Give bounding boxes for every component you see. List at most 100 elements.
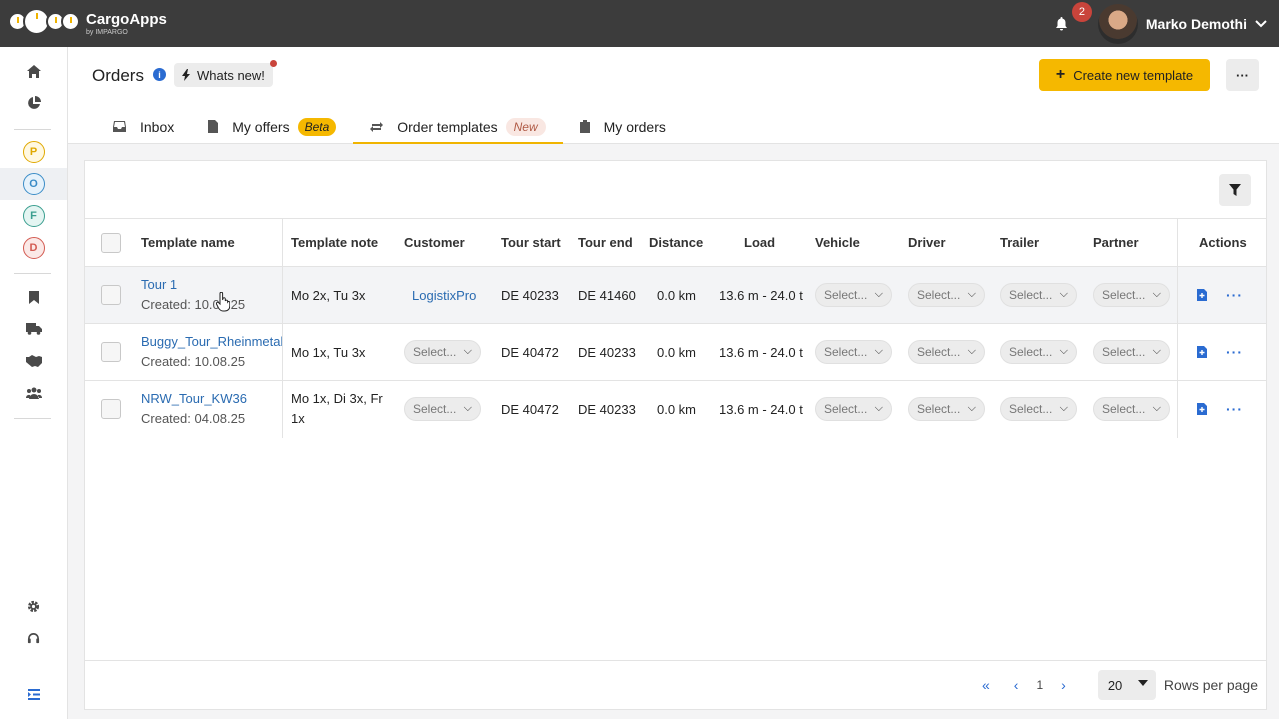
tour-start: DE 40233: [501, 287, 559, 303]
sidebar-item-users[interactable]: [0, 377, 67, 409]
distance: 0.0 km: [657, 344, 697, 360]
sidebar-item-analytics[interactable]: [0, 87, 67, 119]
sidebar-item-partners[interactable]: [0, 345, 67, 377]
chevron-down-icon: ⌵: [967, 345, 976, 357]
tab-order-templates[interactable]: Order templates New: [353, 109, 564, 144]
sidebar-item-o[interactable]: O: [0, 168, 67, 200]
template-name-link[interactable]: Buggy_Tour_Rheinmetall: [141, 332, 282, 352]
tab-my-orders-label: My orders: [603, 118, 666, 135]
first-page-button[interactable]: «: [982, 677, 990, 693]
vehicle-select[interactable]: Select... ⌵: [815, 283, 892, 307]
user-menu[interactable]: Marko Demothi: [1097, 3, 1279, 44]
rows-per-page-select[interactable]: 20: [1097, 670, 1156, 700]
column-partner[interactable]: Partner: [1093, 219, 1139, 266]
column-tour-end[interactable]: Tour end: [578, 219, 633, 266]
whats-new-button[interactable]: Whats new!: [174, 60, 277, 87]
table-row[interactable]: Tour 1 Created: 10.08.25 Mo 2x, Tu 3x Lo…: [85, 267, 1266, 324]
sidebar-item-support[interactable]: [0, 622, 67, 654]
tab-inbox[interactable]: Inbox: [96, 109, 191, 144]
row-more-button[interactable]: ···: [1226, 324, 1243, 380]
driver-select[interactable]: Select... ⌵: [908, 340, 985, 364]
gear-icon: [27, 600, 40, 612]
sidebar-item-d[interactable]: D: [0, 232, 67, 264]
truck-icon: [25, 323, 42, 335]
tab-my-orders[interactable]: My orders: [563, 109, 683, 144]
column-load[interactable]: Load: [744, 219, 775, 266]
sidebar-item-home[interactable]: [0, 55, 67, 87]
select-all-checkbox[interactable]: [101, 219, 121, 266]
trailer-select[interactable]: Select... ⌵: [1000, 397, 1077, 421]
tab-my-offers-label: My offers: [232, 118, 290, 135]
sidebar-item-settings[interactable]: [0, 590, 67, 622]
lightning-icon: [182, 69, 190, 81]
notifications-button[interactable]: 2: [1050, 1, 1092, 36]
file-add-icon: [1197, 403, 1207, 415]
create-order-button[interactable]: [1197, 381, 1207, 437]
file-add-icon: [1197, 289, 1207, 301]
sidebar: P O F D: [0, 47, 68, 719]
vehicle-select[interactable]: Select... ⌵: [815, 397, 892, 421]
app-logo[interactable]: CargoApps by IMPARGO: [8, 8, 167, 36]
bell-icon: [1056, 16, 1068, 30]
tab-my-offers[interactable]: My offers Beta: [191, 109, 353, 144]
driver-select[interactable]: Select... ⌵: [908, 397, 985, 421]
info-icon[interactable]: i: [153, 68, 166, 81]
customer-select[interactable]: Select... ⌵: [404, 397, 481, 421]
collapse-menu-icon: [27, 688, 40, 700]
column-driver[interactable]: Driver: [908, 219, 946, 266]
row-more-button[interactable]: ···: [1226, 267, 1243, 323]
partner-select[interactable]: Select... ⌵: [1093, 283, 1170, 307]
tab-order-templates-label: Order templates: [397, 118, 498, 135]
row-checkbox[interactable]: [101, 381, 121, 437]
customer-select[interactable]: Select... ⌵: [404, 340, 481, 364]
create-order-button[interactable]: [1197, 267, 1207, 323]
column-vehicle[interactable]: Vehicle: [815, 219, 860, 266]
load: 13.6 m - 24.0 t: [719, 344, 803, 360]
row-more-button[interactable]: ···: [1226, 381, 1243, 437]
column-template-name[interactable]: Template name: [141, 219, 235, 266]
row-checkbox[interactable]: [101, 324, 121, 380]
sidebar-item-p[interactable]: P: [0, 136, 67, 168]
template-name-link[interactable]: NRW_Tour_KW36: [141, 389, 247, 409]
trailer-select[interactable]: Select... ⌵: [1000, 340, 1077, 364]
load: 13.6 m - 24.0 t: [719, 287, 803, 303]
prev-page-button[interactable]: ‹: [1014, 677, 1019, 693]
sidebar-item-fleet[interactable]: [0, 313, 67, 345]
top-bar: CargoApps by IMPARGO 2 Marko Demothi: [0, 0, 1279, 47]
customer-link[interactable]: LogistixPro: [412, 267, 476, 323]
vehicle-select[interactable]: Select... ⌵: [815, 340, 892, 364]
tab-inbox-label: Inbox: [140, 118, 175, 135]
column-tour-start[interactable]: Tour start: [501, 219, 561, 266]
templates-table-card: Template name Template note Customer Tou…: [84, 160, 1267, 710]
next-page-button[interactable]: ›: [1061, 677, 1066, 693]
sidebar-collapse-button[interactable]: [0, 678, 67, 710]
current-page[interactable]: 1: [1036, 678, 1043, 692]
tour-end: DE 40233: [578, 344, 636, 360]
avatar: [1097, 3, 1138, 44]
chevron-down-icon: ⌵: [463, 345, 472, 357]
chevron-down-icon: ⌵: [1152, 345, 1161, 357]
partner-select[interactable]: Select... ⌵: [1093, 397, 1170, 421]
column-divider: [282, 218, 283, 438]
filter-button[interactable]: [1219, 174, 1251, 206]
create-template-button[interactable]: + Create new template: [1039, 59, 1210, 91]
sidebar-item-f[interactable]: F: [0, 200, 67, 232]
column-trailer[interactable]: Trailer: [1000, 219, 1039, 266]
table-row[interactable]: Buggy_Tour_Rheinmetall Created: 10.08.25…: [85, 324, 1266, 381]
create-order-button[interactable]: [1197, 324, 1207, 380]
distance: 0.0 km: [657, 401, 697, 417]
trailer-select[interactable]: Select... ⌵: [1000, 283, 1077, 307]
column-distance[interactable]: Distance: [649, 219, 703, 266]
more-options-button[interactable]: ···: [1226, 59, 1259, 91]
driver-select[interactable]: Select... ⌵: [908, 283, 985, 307]
table-row[interactable]: NRW_Tour_KW36 Created: 04.08.25 Mo 1x, D…: [85, 381, 1266, 438]
partner-select[interactable]: Select... ⌵: [1093, 340, 1170, 364]
template-note: Mo 1x, Di 3x, Fr 1x: [291, 391, 383, 426]
bookmark-icon: [28, 290, 39, 304]
sidebar-item-bookmarks[interactable]: [0, 281, 67, 313]
row-checkbox[interactable]: [101, 267, 121, 323]
column-template-note[interactable]: Template note: [291, 219, 378, 266]
chevron-down-icon: ⌵: [874, 402, 883, 414]
column-customer[interactable]: Customer: [404, 219, 465, 266]
template-name-link[interactable]: Tour 1: [141, 275, 177, 295]
